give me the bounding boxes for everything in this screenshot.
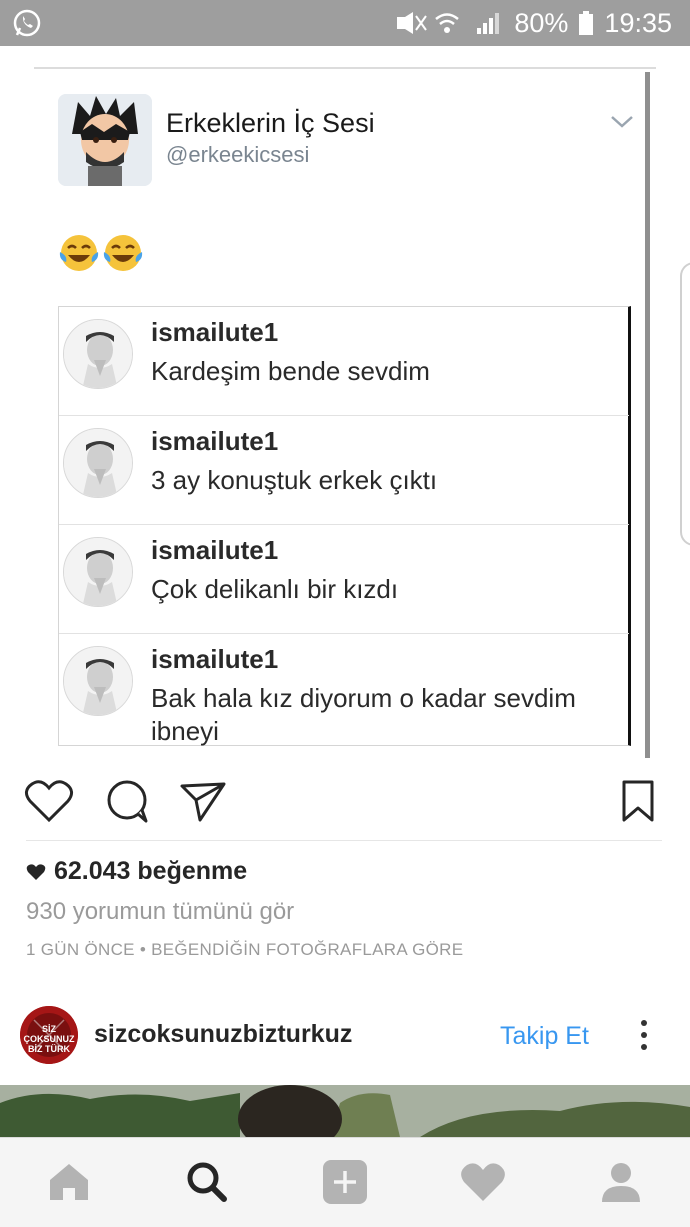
comment-text: 3 ay konuştuk erkek çıktı — [151, 465, 438, 495]
comment-username: ismailute1 — [151, 644, 279, 674]
battery-icon — [578, 10, 594, 36]
screen-edge-artifact — [680, 262, 690, 546]
comment-username: ismailute1 — [151, 317, 279, 347]
mute-icon — [394, 10, 428, 36]
comment-screenshot: ismailute1 Kardeşim bende sevdim ismailu… — [58, 306, 631, 746]
follow-button[interactable]: Takip Et — [500, 1022, 589, 1051]
profile-icon[interactable] — [596, 1158, 646, 1206]
avatar — [63, 537, 133, 607]
bookmark-icon[interactable] — [618, 778, 658, 824]
tweet-avatar — [58, 94, 152, 186]
avatar — [63, 319, 133, 389]
tweet-author-name: Erkeklerin İç Sesi — [166, 108, 375, 138]
home-icon[interactable] — [44, 1158, 94, 1206]
comment-username: ismailute1 — [151, 426, 279, 456]
view-all-comments-link[interactable]: 930 yorumun tümünü gör — [26, 898, 294, 926]
comment-icon[interactable] — [102, 778, 152, 824]
avatar — [63, 428, 133, 498]
avatar — [63, 646, 133, 716]
heart-icon[interactable] — [24, 778, 74, 824]
next-post-image[interactable] — [0, 1085, 690, 1137]
post-actions — [0, 770, 690, 830]
status-bar: 80% 19:35 — [0, 0, 690, 46]
share-icon[interactable] — [178, 778, 228, 824]
tweet-author-handle: @erkeekicsesi — [166, 142, 310, 167]
feed-divider — [34, 67, 656, 69]
chevron-down-icon — [610, 114, 634, 130]
signal-icon — [474, 10, 504, 36]
likes-count[interactable]: 62.043 beğenme — [26, 857, 247, 886]
list-item: ismailute1 Bak hala kız diyorum o kadar … — [59, 634, 629, 746]
activity-icon[interactable] — [458, 1158, 508, 1206]
tears-of-joy-emoji-icon — [58, 232, 100, 274]
wifi-icon — [434, 10, 464, 36]
post-image[interactable]: Erkeklerin İç Sesi @erkeekicsesi ismailu… — [34, 70, 654, 760]
more-options-icon[interactable] — [630, 1018, 658, 1054]
image-edge — [645, 72, 650, 758]
list-item: ismailute1 Kardeşim bende sevdim — [59, 307, 629, 416]
list-item: ismailute1 Çok delikanlı bir kızdı — [59, 525, 629, 634]
add-icon[interactable] — [320, 1158, 370, 1206]
avatar[interactable]: SİZ ÇOKSUNUZ BİZ TÜRK — [20, 1006, 78, 1064]
next-post-header: SİZ ÇOKSUNUZ BİZ TÜRK sizcoksunuzbizturk… — [0, 1000, 690, 1072]
tears-of-joy-emoji-icon — [102, 232, 144, 274]
avatar-text: SİZ ÇOKSUNUZ BİZ TÜRK — [23, 1024, 75, 1054]
whatsapp-icon — [12, 8, 42, 38]
search-icon[interactable] — [182, 1158, 232, 1206]
comment-text: Çok delikanlı bir kızdı — [151, 574, 399, 604]
battery-percent: 80% — [514, 7, 569, 38]
heart-filled-icon — [26, 863, 46, 881]
post-timestamp: 1 GÜN ÖNCE • BEĞENDİĞİN FOTOĞRAFLARA GÖR… — [26, 940, 464, 959]
clock: 19:35 — [604, 7, 672, 38]
divider — [26, 840, 662, 841]
bottom-nav — [0, 1137, 690, 1227]
comment-username: ismailute1 — [151, 535, 279, 565]
list-item: ismailute1 3 ay konuştuk erkek çıktı — [59, 416, 629, 525]
tweet-text — [58, 232, 144, 274]
username[interactable]: sizcoksunuzbizturkuz — [94, 1020, 352, 1049]
comment-text: Bak hala kız diyorum o kadar sevdim ibne… — [151, 683, 576, 746]
likes-label: 62.043 beğenme — [54, 857, 248, 885]
comment-text: Kardeşim bende sevdim — [151, 356, 430, 386]
